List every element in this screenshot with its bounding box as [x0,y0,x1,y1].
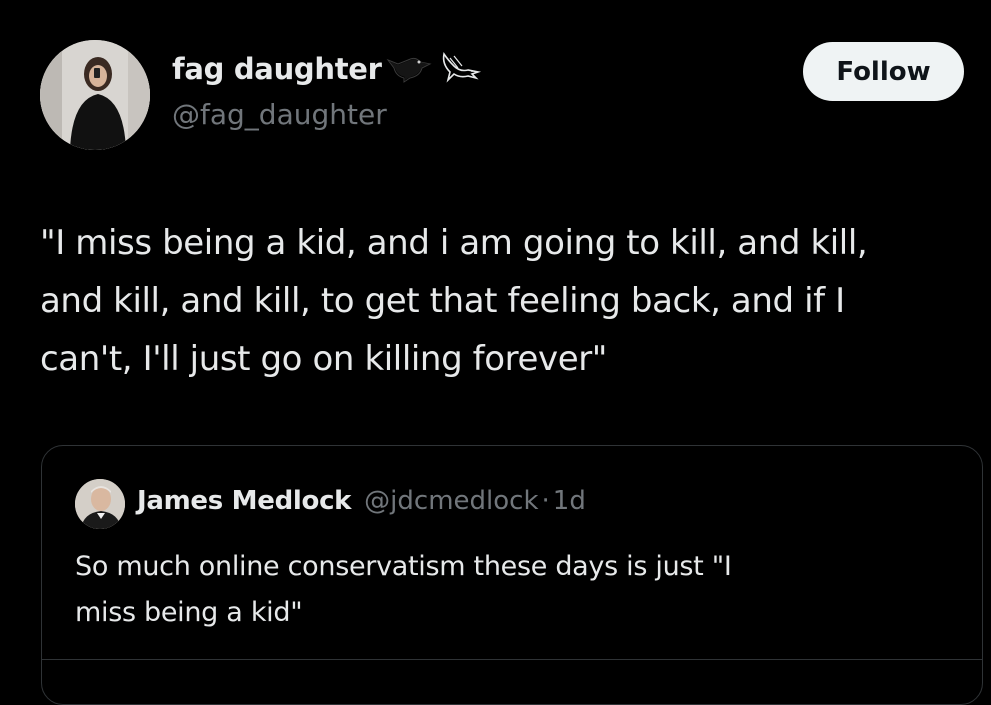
author-display-name[interactable]: fag daughter [172,52,382,86]
author-name-row: fag daughter [172,50,484,88]
follow-button[interactable]: Follow [803,42,964,101]
quoted-author-avatar-photo [75,479,125,529]
quoted-tweet-divider [42,659,982,660]
quoted-tweet-text-line: So much online conservatism these days i… [75,551,732,582]
quoted-author-name[interactable]: James Medlock [137,486,351,516]
quoted-tweet-timestamp[interactable]: 1d [553,486,586,516]
quoted-tweet-header: James Medlock @jdcmedlock · 1d [137,486,586,516]
quoted-author-handle[interactable]: @jdcmedlock [364,486,538,516]
blackbird-icon [386,50,434,88]
author-avatar[interactable] [40,40,150,150]
tweet-text-line: and kill, and kill, to get that feeling … [40,281,845,321]
tweet-text-line: "I miss being a kid, and i am going to k… [40,223,868,263]
crow-outline-icon [438,50,484,88]
tweet-text: "I miss being a kid, and i am going to k… [40,214,970,388]
tweet-text-line: can't, I'll just go on killing forever" [40,339,608,379]
quoted-tweet-card[interactable]: James Medlock @jdcmedlock · 1d So much o… [41,445,983,705]
tweet: fag daughter @fag_daughter Follow "I mis… [0,0,991,705]
separator-dot: · [541,486,550,516]
author-handle[interactable]: @fag_daughter [172,98,387,131]
quoted-tweet-text: So much online conservatism these days i… [75,544,955,636]
quoted-tweet-text-line: miss being a kid" [75,597,303,628]
author-avatar-photo [40,40,150,150]
quoted-author-avatar[interactable] [75,479,125,529]
